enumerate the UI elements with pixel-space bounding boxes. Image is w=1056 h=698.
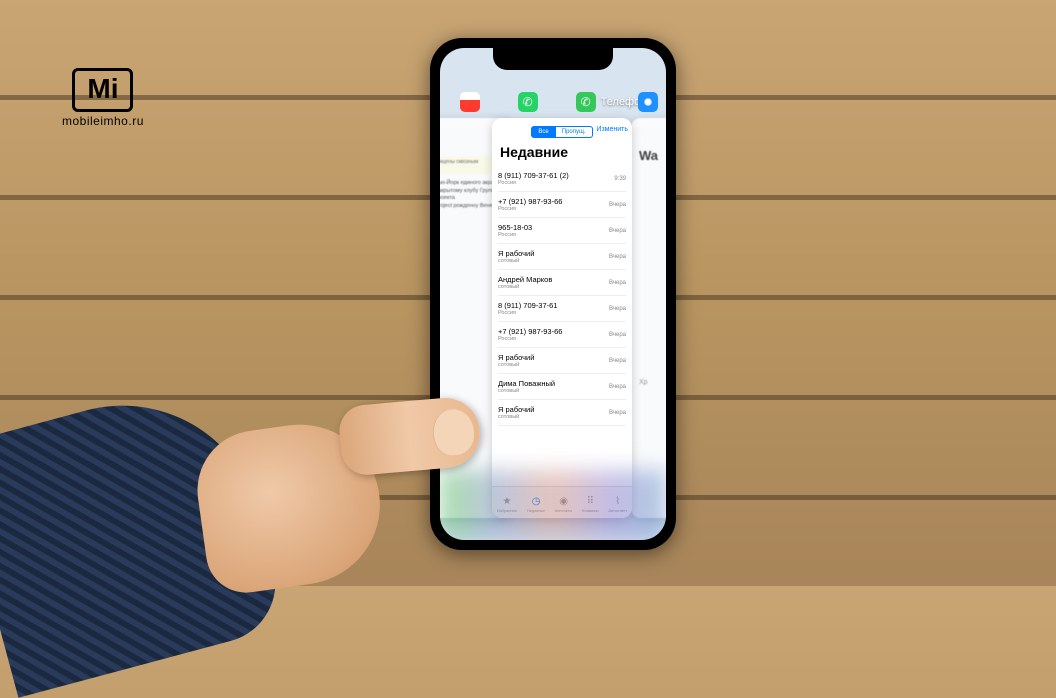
call-row[interactable]: 8 (911) 709-37-61РоссияВчера <box>498 296 626 322</box>
call-row[interactable]: Я рабочийсотовыйВчера <box>498 400 626 426</box>
sleeve <box>0 374 289 698</box>
call-row[interactable]: 965-18-03РоссияВчера <box>498 218 626 244</box>
right-card-title: Wa <box>631 118 666 171</box>
dock-blur <box>440 470 666 540</box>
call-row[interactable]: +7 (921) 987-93-66РоссияВчера <box>498 192 626 218</box>
human-hand <box>0 266 500 666</box>
call-row[interactable]: Я рабочийсотовыйВчера <box>498 348 626 374</box>
call-row[interactable]: 8 (911) 709-37-61 (2)Россия9:39 <box>498 166 626 192</box>
call-list[interactable]: 8 (911) 709-37-61 (2)Россия9:39 +7 (921)… <box>492 166 632 426</box>
watermark-logo: Mi <box>72 68 133 112</box>
app-icon-calendar[interactable] <box>460 92 480 112</box>
iphone-device: Телефон ‹ ● +99 30 Сообщения защищены ск… <box>430 38 676 550</box>
app-icon-phone[interactable]: Телефон <box>576 92 647 112</box>
safari-icon[interactable] <box>638 92 658 112</box>
segment-all[interactable]: Все <box>531 126 555 138</box>
phone-screen[interactable]: Телефон ‹ ● +99 30 Сообщения защищены ск… <box>440 48 666 540</box>
recents-title: Недавние <box>498 144 626 160</box>
calendar-icon <box>460 92 480 112</box>
call-row[interactable]: Дима ПоважныйсотовыйВчера <box>498 374 626 400</box>
app-card-right[interactable]: Wa Хр <box>631 118 666 518</box>
app-card-phone[interactable]: Все Пропущ. Изменить Недавние 8 (911) 70… <box>492 118 632 518</box>
segment-missed[interactable]: Пропущ. <box>556 126 593 138</box>
call-row[interactable]: +7 (921) 987-93-66РоссияВчера <box>498 322 626 348</box>
watermark-url: mobileimho.ru <box>62 114 144 128</box>
phone-icon <box>576 92 596 112</box>
notch <box>493 48 613 70</box>
recents-header: Все Пропущ. Изменить Недавние <box>492 118 632 166</box>
right-card-text: Хр <box>631 371 666 394</box>
call-row[interactable]: Андрей МарковсотовыйВчера <box>498 270 626 296</box>
app-switcher-icon-row: Телефон <box>440 92 666 112</box>
call-row[interactable]: Я рабочийсотовыйВчера <box>498 244 626 270</box>
whatsapp-icon <box>518 92 538 112</box>
palm <box>190 414 391 597</box>
watermark: Mi mobileimho.ru <box>62 68 144 128</box>
app-icon-whatsapp[interactable] <box>518 92 538 112</box>
edit-button[interactable]: Изменить <box>596 126 628 133</box>
